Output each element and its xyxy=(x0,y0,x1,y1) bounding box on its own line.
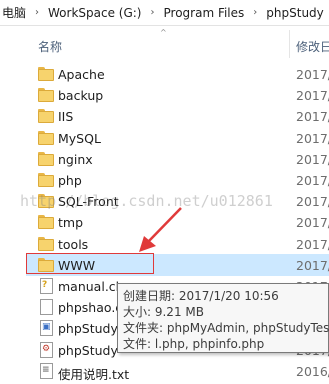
folder-row[interactable]: IIS 2017/ xyxy=(26,105,329,127)
folder-row[interactable]: php 2017/ xyxy=(26,169,329,191)
folder-row[interactable]: SQL-Front 2017/ xyxy=(26,190,329,212)
folder-icon xyxy=(38,214,54,230)
file-name: Apache xyxy=(58,67,105,82)
file-date: 2017/ xyxy=(296,215,329,231)
chevron-right-icon[interactable]: › xyxy=(144,7,162,18)
text-file-icon: ≡ xyxy=(38,362,54,379)
column-header-name[interactable]: 名称 xyxy=(38,38,62,55)
file-date: 2017/ xyxy=(296,236,329,252)
folder-icon xyxy=(38,130,54,146)
file-name: 使用说明.txt xyxy=(58,366,130,382)
file-name: SQL-Front xyxy=(58,194,119,210)
file-name: php xyxy=(58,173,82,188)
folder-row[interactable]: tools 2017/ xyxy=(26,233,329,255)
help-file-icon: ? xyxy=(38,278,54,294)
folder-row[interactable]: backup 2017/ xyxy=(26,84,329,106)
breadcrumb-item-phpstudy[interactable]: phpStudy xyxy=(264,6,326,20)
file-row[interactable]: ≡ 使用说明.txt 2016/ xyxy=(26,360,329,382)
folder-icon xyxy=(38,193,54,209)
sort-up-icon: ^ xyxy=(160,28,167,37)
file-date: 2017/ xyxy=(296,194,329,210)
folder-icon xyxy=(38,108,54,124)
tooltip-files: 文件: l.php, phpinfo.php xyxy=(123,337,265,351)
file-date: 2017/ xyxy=(296,130,329,146)
file-date: 2017/ xyxy=(296,88,329,104)
tooltip-folders: 文件夹: phpMyAdmin, phpStudyTest xyxy=(123,321,329,335)
folder-row[interactable]: MySQL 2017/ xyxy=(26,127,329,149)
folder-icon xyxy=(38,172,54,188)
folder-icon xyxy=(38,151,54,167)
file-name: backup xyxy=(58,88,104,104)
file-date: 2017/ xyxy=(296,257,329,273)
file-name: nginx xyxy=(58,151,93,167)
file-name: phpshao.c xyxy=(58,300,123,316)
column-divider[interactable] xyxy=(289,30,290,58)
file-date: 2017/ xyxy=(296,67,329,82)
navigation-pane-edge xyxy=(0,26,16,384)
file-icon xyxy=(38,299,54,316)
folder-icon xyxy=(38,236,54,252)
file-name: MySQL xyxy=(58,130,101,146)
chevron-right-icon[interactable]: › xyxy=(28,7,46,18)
folder-row[interactable]: WWW 2017/ xyxy=(26,253,329,276)
executable-icon: ▣ xyxy=(38,320,54,337)
file-name: phpStudy. xyxy=(58,321,121,337)
folder-row[interactable]: Apache 2017/ xyxy=(26,63,329,85)
folder-icon xyxy=(38,87,54,103)
breadcrumb: 电脑 › WorkSpace (G:) › Program Files › ph… xyxy=(0,0,329,26)
folder-icon xyxy=(38,66,54,82)
breadcrumb-item-program-files[interactable]: Program Files xyxy=(162,6,247,20)
file-name: WWW xyxy=(58,257,96,273)
column-header: ^ 名称 修改日 xyxy=(0,26,329,60)
settings-file-icon: ⚙ xyxy=(38,341,54,358)
file-name: phpStudy xyxy=(58,342,118,358)
breadcrumb-item-computer[interactable]: 电脑 xyxy=(0,4,28,21)
tooltip-created-date: 创建日期: 2017/1/20 10:56 xyxy=(123,289,279,303)
file-name: IIS xyxy=(58,109,74,125)
column-header-date[interactable]: 修改日 xyxy=(296,38,329,55)
file-date: 2016/ xyxy=(296,363,329,379)
file-date: 2017/ xyxy=(296,173,329,188)
file-name: tmp xyxy=(58,215,84,231)
folder-row[interactable]: nginx 2017/ xyxy=(26,148,329,170)
chevron-right-icon[interactable]: › xyxy=(246,7,264,18)
breadcrumb-item-drive[interactable]: WorkSpace (G:) xyxy=(46,6,143,20)
file-name: tools xyxy=(58,236,89,252)
file-date: 2017/ xyxy=(296,109,329,125)
folder-icon xyxy=(38,257,54,273)
file-date: 2017/ xyxy=(296,151,329,167)
folder-info-tooltip: 创建日期: 2017/1/20 10:56 大小: 9.21 MB 文件夹: p… xyxy=(117,283,329,353)
folder-row[interactable]: tmp 2017/ xyxy=(26,211,329,233)
file-name: manual.ch xyxy=(58,279,124,294)
tooltip-size: 大小: 9.21 MB xyxy=(123,305,204,319)
